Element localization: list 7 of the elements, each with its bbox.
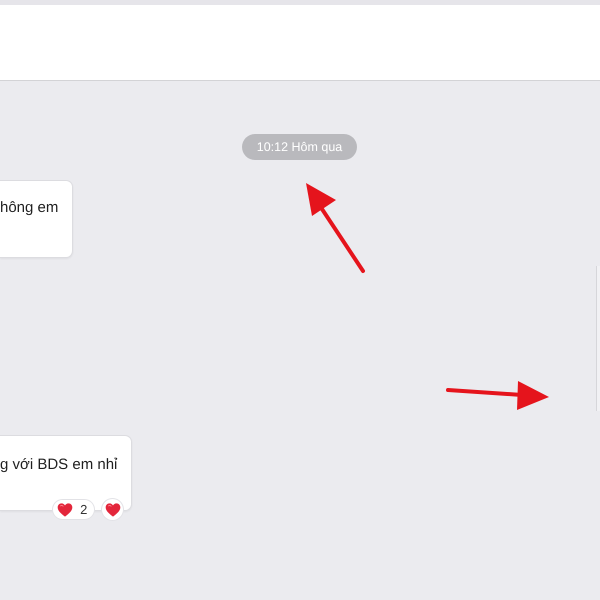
heart-icon [104,502,121,516]
reaction-count[interactable]: 2 [53,500,94,519]
message-text: g với BDS em nhỉ [0,455,118,475]
heart-reaction-button[interactable] [102,499,124,520]
heart-icon [57,502,74,516]
message-text: hông em [0,198,58,218]
timestamp-label: 10:12 Hôm qua [242,134,358,160]
